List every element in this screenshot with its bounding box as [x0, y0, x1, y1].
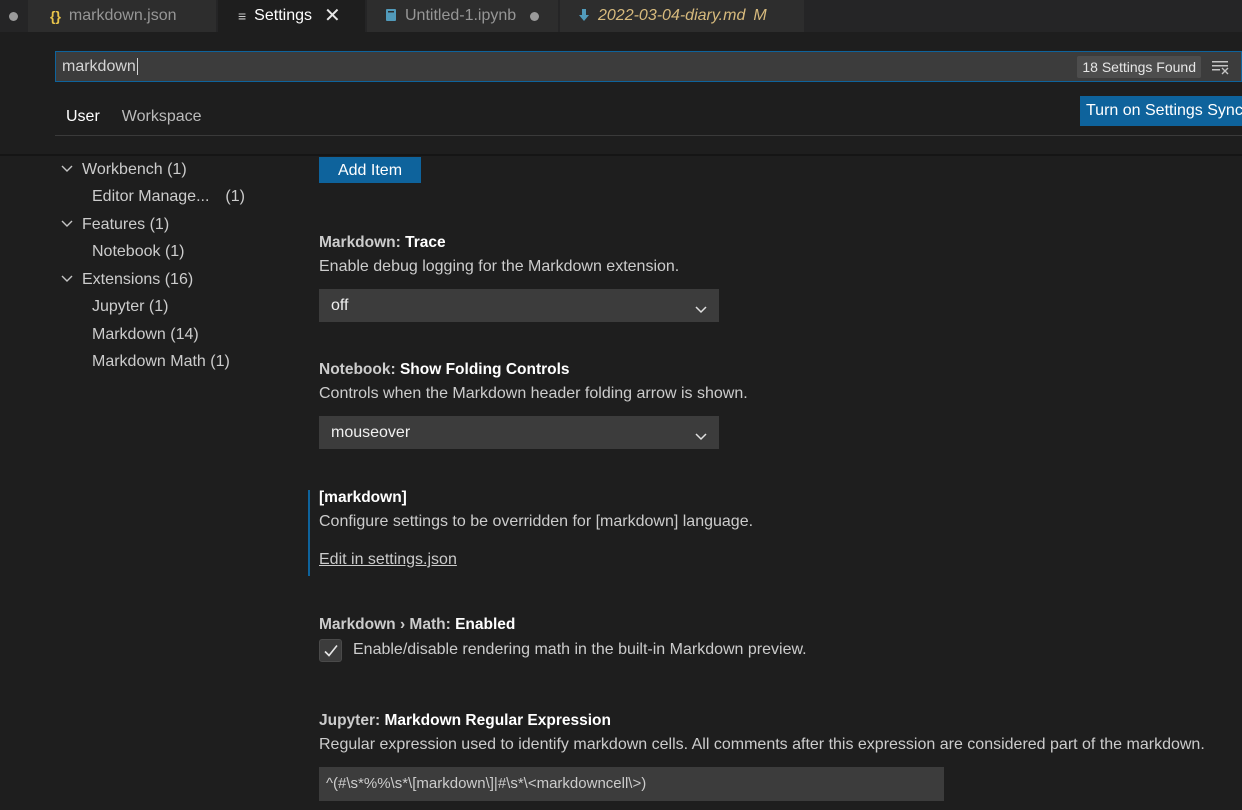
json-file-icon: {} — [50, 8, 61, 24]
text-caret — [136, 58, 138, 75]
toc-item-extensions[interactable]: Extensions (16) — [60, 268, 193, 292]
chevron-down-icon — [693, 297, 709, 314]
tab-markdown-json[interactable]: {} markdown.json — [28, 0, 217, 32]
chevron-down-icon — [693, 424, 709, 441]
settings-found-badge: 18 Settings Found — [1077, 56, 1201, 78]
setting-description: Enable debug logging for the Markdown ex… — [319, 258, 680, 275]
setting-title: Markdown › Math: Enabled — [319, 616, 516, 633]
turn-on-settings-sync-button[interactable]: Turn on Settings Sync — [1080, 96, 1242, 126]
chevron-down-icon — [60, 268, 82, 292]
setting-markdown-language: [markdown] Configure settings to be over… — [319, 488, 753, 531]
markdown-download-icon — [578, 8, 590, 25]
toc-item-features[interactable]: Features (1) — [60, 213, 169, 237]
close-tab-icon[interactable]: ✕ — [324, 6, 341, 26]
search-value[interactable]: markdown — [62, 58, 136, 76]
toc-item-notebook[interactable]: Notebook (1) — [92, 240, 185, 264]
dirty-dot-icon — [9, 11, 18, 21]
settings-search-input[interactable]: markdown 18 Settings Found — [55, 51, 1242, 82]
edit-in-settings-json-link[interactable]: Edit in settings.json — [319, 551, 457, 569]
add-item-button[interactable]: Add Item — [319, 157, 421, 183]
math-enabled-checkbox[interactable] — [319, 639, 342, 662]
checkmark-icon — [324, 645, 338, 657]
regex-text-input[interactable]: ^(#\s*%%\s*\[markdown\]|#\s*\<markdownce… — [319, 767, 944, 801]
tab-overflow-dot[interactable] — [0, 0, 28, 32]
select-value: off — [331, 297, 349, 314]
modified-flag: M — [753, 7, 767, 24]
tab-untitled-ipynb[interactable]: Untitled-1.ipynb — [367, 0, 559, 32]
toc-item-markdown[interactable]: Markdown (14) — [92, 323, 199, 347]
setting-markdown-trace: Markdown: Trace Enable debug logging for… — [319, 233, 679, 276]
toc-item-workbench[interactable]: Workbench (1) — [60, 158, 187, 182]
notebook-file-icon — [385, 8, 397, 25]
setting-title: [markdown] — [319, 489, 407, 506]
setting-jupyter-markdown-regex: Jupyter: Markdown Regular Expression Reg… — [319, 711, 1205, 754]
scope-divider — [55, 135, 1242, 136]
setting-description: Configure settings to be overridden for … — [319, 513, 754, 530]
setting-title: Notebook: Show Folding Controls — [319, 361, 570, 378]
editor-tab-bar: {} markdown.json ≡ Settings ✕ Untitled-1… — [0, 0, 1242, 32]
trace-select[interactable]: off — [319, 289, 719, 322]
setting-title: Markdown: Trace — [319, 234, 446, 251]
toc-item-markdown-math[interactable]: Markdown Math (1) — [92, 350, 230, 374]
tab-diary-md[interactable]: 2022-03-04-diary.md M — [560, 0, 805, 32]
chevron-down-icon — [60, 213, 82, 237]
toc-item-editor-management[interactable]: Editor Manage... (1) — [92, 185, 245, 209]
setting-notebook-folding-controls: Notebook: Show Folding Controls Controls… — [319, 360, 748, 403]
toc-item-jupyter[interactable]: Jupyter (1) — [92, 295, 168, 319]
checkbox-label: Enable/disable rendering math in the bui… — [353, 641, 807, 658]
chevron-down-icon — [60, 158, 82, 182]
modified-indicator-bar — [308, 490, 310, 576]
setting-title: Jupyter: Markdown Regular Expression — [319, 712, 611, 729]
header-shadow — [0, 154, 1242, 156]
setting-markdown-math-enabled: Markdown › Math: Enabled — [319, 615, 515, 635]
tab-workspace[interactable]: Workspace — [111, 96, 213, 136]
settings-file-icon: ≡ — [238, 8, 247, 24]
clear-filter-icon[interactable] — [1211, 58, 1231, 76]
tab-settings[interactable]: ≡ Settings ✕ — [218, 0, 366, 32]
select-value: mouseover — [331, 424, 411, 441]
folding-controls-select[interactable]: mouseover — [319, 416, 719, 449]
setting-description: Regular expression used to identify mark… — [319, 736, 1205, 753]
tab-user[interactable]: User — [55, 96, 111, 136]
dirty-dot-icon — [530, 11, 540, 21]
setting-description: Controls when the Markdown header foldin… — [319, 385, 748, 402]
settings-scope-tabs: User Workspace — [55, 96, 213, 136]
